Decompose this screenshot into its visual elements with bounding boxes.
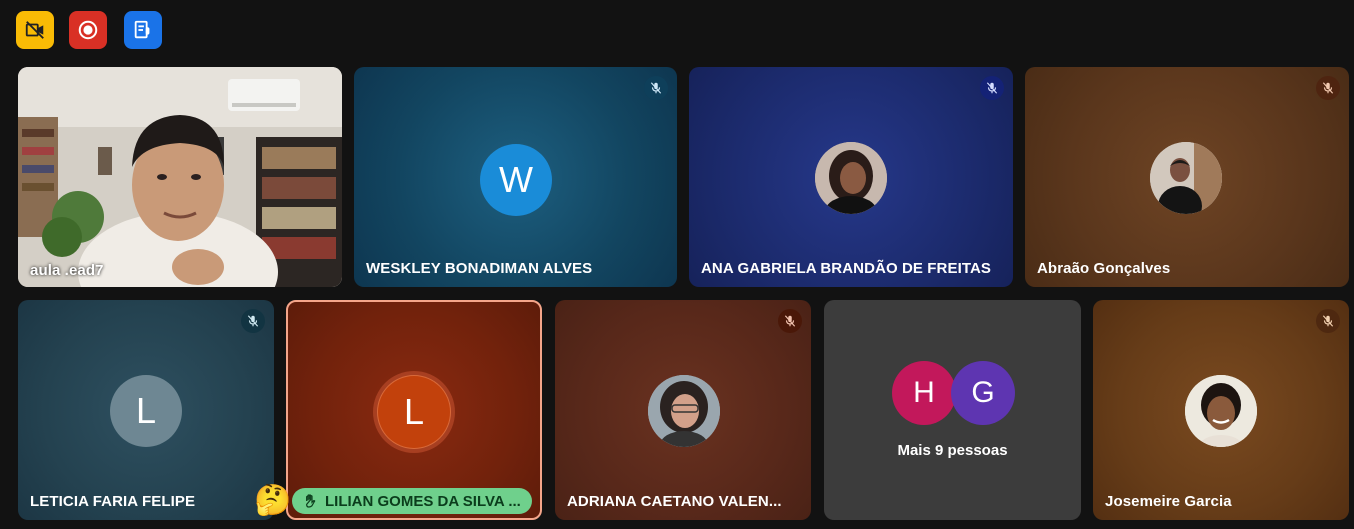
participant-name: Abraão Gonçalves: [1037, 260, 1171, 277]
video-off-icon: [25, 21, 44, 39]
participant-name: LETICIA FARIA FELIPE: [30, 493, 196, 510]
notes-button[interactable]: [124, 11, 162, 49]
muted-mic-icon: [1316, 309, 1340, 333]
avatar-initial: L: [110, 375, 182, 447]
avatar-initial: W: [480, 144, 552, 216]
hand-raised-icon: [306, 494, 316, 508]
hand-raised-badge: LILIAN GOMES DA SILVA ...: [292, 488, 532, 514]
muted-mic-icon: [644, 76, 668, 100]
participant-tile[interactable]: ADRIANA CAETANO VALEN...: [555, 300, 811, 520]
participant-name: Josemeire Garcia: [1105, 493, 1232, 510]
participant-tile-video[interactable]: aula .ead7: [18, 67, 342, 287]
recording-button[interactable]: [69, 11, 107, 49]
participant-tile[interactable]: Josemeire Garcia: [1093, 300, 1349, 520]
participant-name: ANA GABRIELA BRANDÃO DE FREITAS: [701, 260, 992, 277]
participant-name: WESKLEY BONADIMAN ALVES: [366, 260, 593, 277]
participant-avatar-photo: [648, 375, 720, 447]
avatar-initial: H: [892, 361, 956, 425]
record-icon: [78, 20, 98, 40]
more-participants-tile[interactable]: H G Mais 9 pessoas: [824, 300, 1081, 520]
participant-video-feed: [18, 67, 342, 287]
participant-tile[interactable]: W WESKLEY BONADIMAN ALVES: [354, 67, 677, 287]
avatar-initial: G: [951, 361, 1015, 425]
participant-name: ADRIANA CAETANO VALEN...: [567, 493, 782, 510]
muted-mic-icon: [241, 309, 265, 333]
participant-avatar-photo: [815, 142, 887, 214]
muted-mic-icon: [778, 309, 802, 333]
participant-avatar-photo: [1185, 375, 1257, 447]
more-participants-label: Mais 9 pessoas: [897, 442, 1008, 459]
participant-name: LILIAN GOMES DA SILVA ...: [325, 492, 521, 510]
muted-mic-icon: [980, 76, 1004, 100]
participant-avatar-photo: [1150, 142, 1222, 214]
participant-tile[interactable]: Abraão Gonçalves: [1025, 67, 1349, 287]
participant-tile[interactable]: L LETICIA FARIA FELIPE: [18, 300, 274, 520]
avatar-initial: L: [378, 376, 450, 448]
participant-name: aula .ead7: [30, 262, 104, 279]
participant-tile[interactable]: ANA GABRIELA BRANDÃO DE FREITAS: [689, 67, 1013, 287]
notes-icon: [134, 20, 150, 39]
reaction-emoji: 🤔: [254, 484, 292, 517]
participant-tile-active[interactable]: L LILIAN GOMES DA SILVA ...: [286, 300, 542, 520]
muted-mic-icon: [1316, 76, 1340, 100]
camera-off-button[interactable]: [16, 11, 54, 49]
